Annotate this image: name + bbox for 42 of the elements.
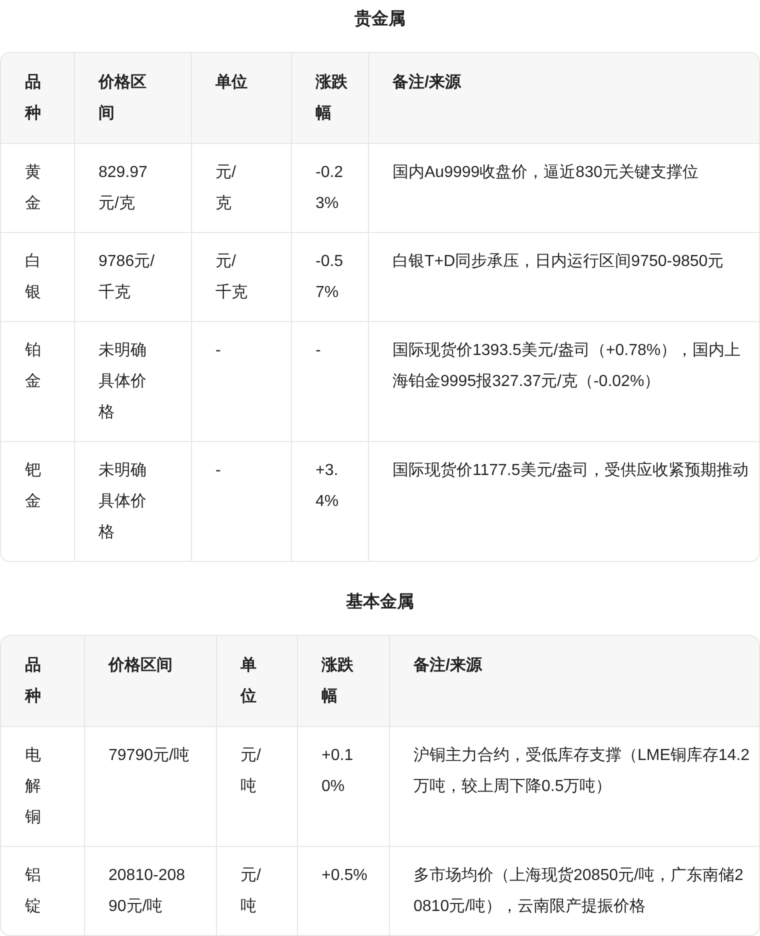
table-cell: 电解铜	[1, 726, 84, 846]
table-cell: 沪铜主力合约，受低库存支撑（LME铜库存14.2万吨，较上周下降0.5万吨）	[389, 726, 759, 846]
column-header: 单位	[191, 53, 291, 144]
table-cell: 黄金	[1, 144, 74, 232]
table-cell: 未明确具体价格	[74, 442, 191, 561]
table-cell: 铂金	[1, 322, 74, 442]
column-header: 价格区间	[74, 53, 191, 144]
table-cell: 元/千克	[191, 232, 291, 322]
table-cell: 9786元/千克	[74, 232, 191, 322]
table-cell: 元/吨	[216, 846, 297, 935]
table-cell: -	[191, 322, 291, 442]
column-header: 涨跌幅	[297, 636, 389, 726]
table-cell: 钯金	[1, 442, 74, 561]
table-cell: 白银T+D同步承压，日内运行区间9750-9850元	[368, 232, 759, 322]
table-cell: 829.97元/克	[74, 144, 191, 232]
table-cell: 79790元/吨	[84, 726, 216, 846]
table-cell: 国际现货价1393.5美元/盎司（+0.78%），国内上海铂金9995报327.37元/克（-0.02%）	[368, 322, 759, 442]
table-cell: 国内Au9999收盘价，逼近830元关键支撑位	[368, 144, 759, 232]
table-cell: -	[291, 322, 368, 442]
table-cell: +3.4%	[291, 442, 368, 561]
table-cell: 多市场均价（上海现货20850元/吨，广东南储20810元/吨），云南限产提振价格	[389, 846, 759, 935]
table-cell: -	[191, 442, 291, 561]
column-header: 备注/来源	[368, 53, 759, 144]
table-cell: 国际现货价1177.5美元/盎司，受供应收紧预期推动	[368, 442, 759, 561]
section-title: 贵金属	[354, 8, 406, 30]
section-title: 基本金属	[345, 591, 415, 613]
table-cell: +0.5%	[297, 846, 389, 935]
table-cell: +0.10%	[297, 726, 389, 846]
table-cell: 未明确具体价格	[74, 322, 191, 442]
column-header: 涨跌幅	[291, 53, 368, 144]
column-header: 价格区间	[84, 636, 216, 726]
column-header: 品种	[1, 53, 74, 144]
table-cell: 元/吨	[216, 726, 297, 846]
column-header: 备注/来源	[389, 636, 759, 726]
column-header: 单位	[216, 636, 297, 726]
column-header: 品种	[1, 636, 84, 726]
table-cell: 白银	[1, 232, 74, 322]
table-cell: 元/克	[191, 144, 291, 232]
table-cell: 20810-20890元/吨	[84, 846, 216, 935]
table-cell: -0.23%	[291, 144, 368, 232]
table-cell: -0.57%	[291, 232, 368, 322]
table-cell: 铝锭	[1, 846, 84, 935]
